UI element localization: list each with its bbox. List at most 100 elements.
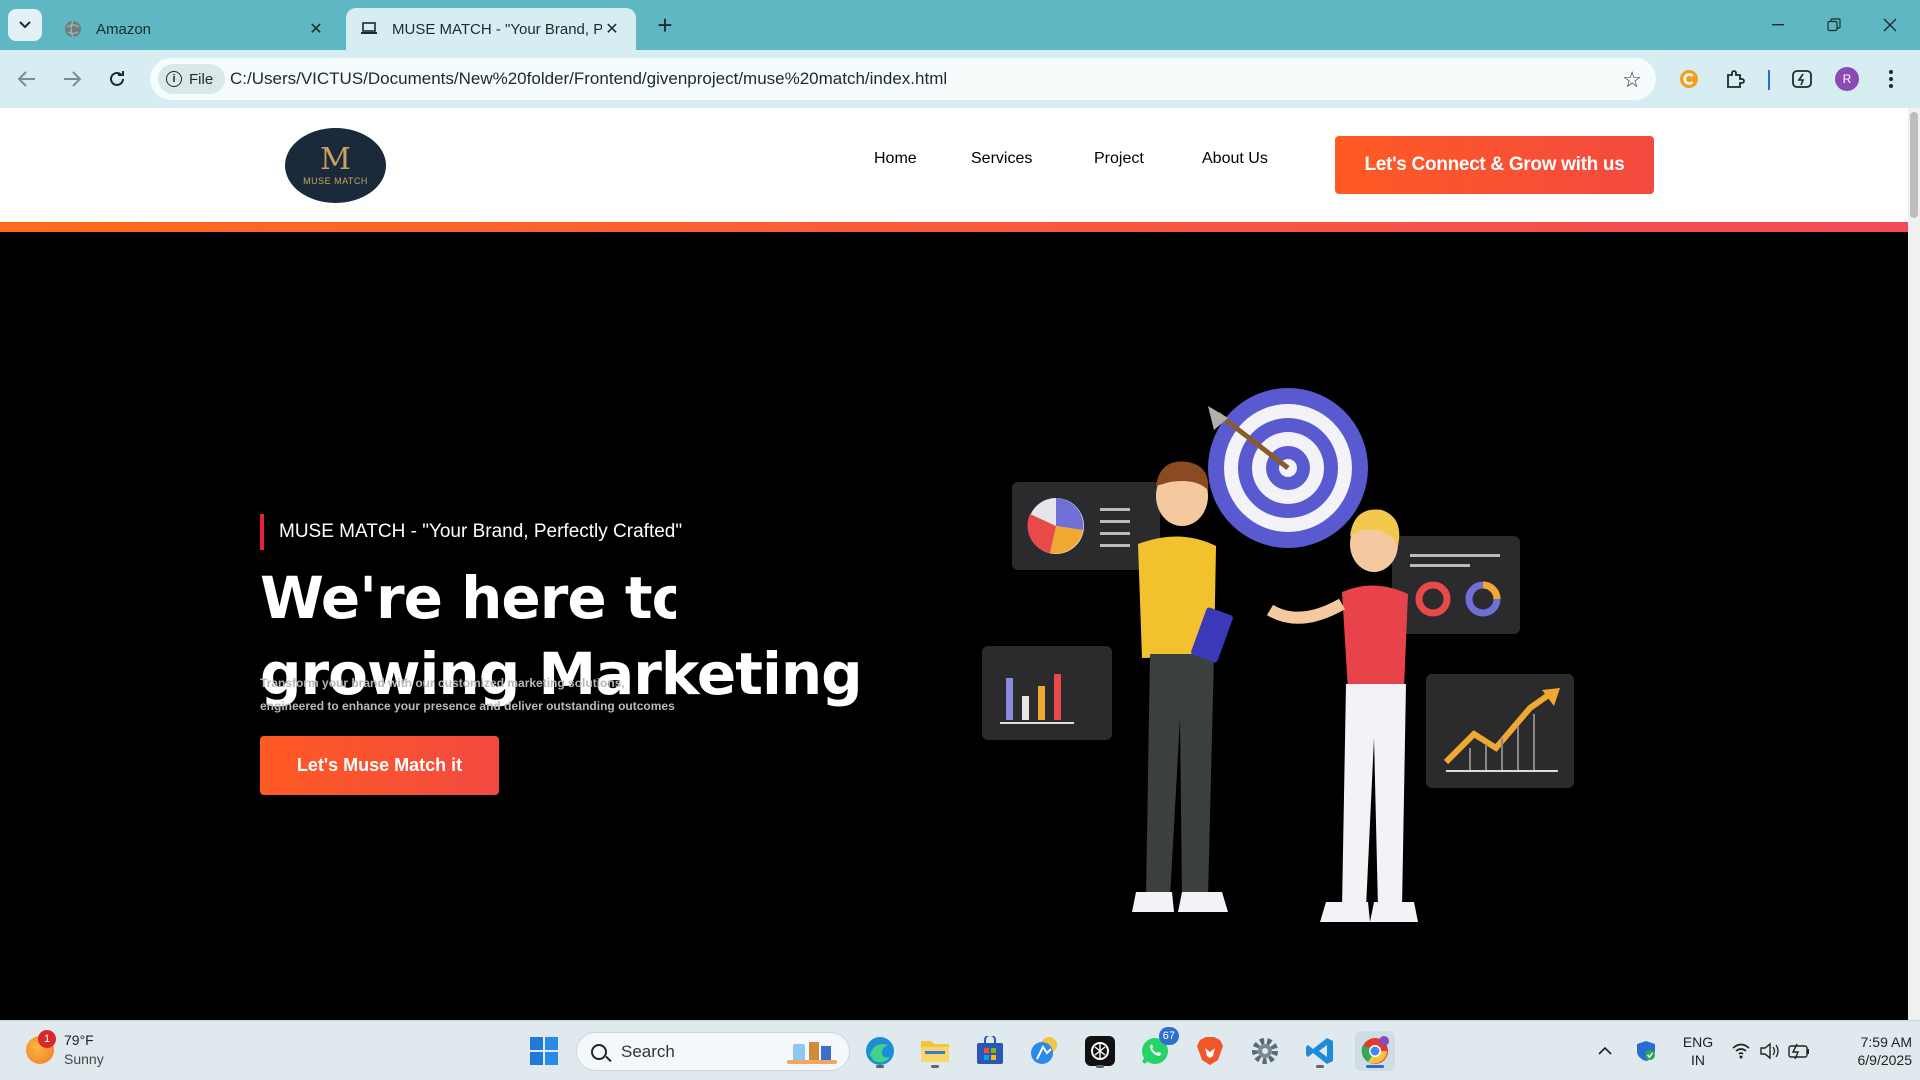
edge-icon (866, 1037, 894, 1065)
weather-condition: Sunny (64, 1051, 104, 1067)
connect-button[interactable]: Let's Connect & Grow with us (1335, 136, 1654, 194)
taskbar-search[interactable]: Search (576, 1032, 850, 1071)
running-indicator (876, 1065, 884, 1068)
globe-icon (65, 20, 81, 38)
address-bar[interactable]: i File C:/Users/VICTUS/Documents/New%20f… (150, 58, 1656, 100)
taskbar-brave[interactable] (1190, 1031, 1230, 1071)
target-icon (1208, 388, 1368, 548)
gear-icon (1252, 1038, 1278, 1064)
minimize-icon (1772, 24, 1784, 26)
running-indicator (931, 1065, 939, 1068)
site-logo[interactable]: M MUSE MATCH (285, 128, 386, 203)
tab-muse-match[interactable]: MUSE MATCH - "Your Brand, Pe ✕ (346, 8, 636, 50)
performance-button[interactable] (1787, 64, 1817, 94)
taskbar-file-explorer[interactable] (915, 1031, 955, 1071)
security-tray-button[interactable] (1630, 1031, 1662, 1071)
nav-services[interactable]: Services (971, 150, 1032, 168)
search-placeholder: Search (621, 1041, 675, 1061)
hero-description: Transform your brand with our customized… (260, 672, 675, 718)
language-indicator[interactable]: ENG IN (1680, 1033, 1716, 1069)
taskbar-store[interactable] (970, 1031, 1010, 1071)
taskbar-edge[interactable] (860, 1031, 900, 1071)
restore-icon (1827, 18, 1841, 32)
puzzle-icon (1727, 70, 1745, 88)
back-button[interactable] (12, 64, 42, 94)
nav-project[interactable]: Project (1094, 150, 1144, 168)
search-icon (591, 1043, 607, 1060)
start-button[interactable] (524, 1031, 564, 1071)
minimize-button[interactable] (1750, 0, 1806, 50)
taskbar-chrome[interactable] (1355, 1031, 1395, 1071)
bar-chart-card (982, 646, 1112, 740)
url-text[interactable]: C:/Users/VICTUS/Documents/New%20folder/F… (230, 69, 947, 89)
more-vertical-icon (1889, 70, 1893, 88)
show-hidden-icons-button[interactable] (1590, 1031, 1620, 1071)
scrollbar-thumb[interactable] (1910, 112, 1918, 218)
close-window-button[interactable] (1862, 0, 1918, 50)
logo-text: MUSE MATCH (303, 175, 368, 186)
wifi-volume-battery-icons (1732, 1042, 1809, 1060)
url-scheme-label: File (189, 70, 214, 88)
folder-icon (921, 1041, 949, 1062)
weather-widget[interactable]: 1 79°F Sunny (26, 1030, 104, 1069)
nav-home[interactable]: Home (874, 150, 917, 168)
close-icon[interactable]: ✕ (306, 19, 326, 39)
description-line-2: engineered to enhance your presence and … (260, 699, 675, 713)
weather-badge: 1 (38, 1030, 56, 1048)
browser-tabstrip: Amazon ✕ MUSE MATCH - "Your Brand, Pe ✕ … (0, 0, 1920, 50)
taskbar-vscode[interactable] (1300, 1031, 1340, 1071)
donut-chart-card (1392, 536, 1520, 634)
chatgpt-icon (1085, 1036, 1115, 1066)
taskbar-chatgpt[interactable] (1080, 1031, 1120, 1071)
close-icon[interactable]: ✕ (602, 19, 622, 39)
taskbar-settings[interactable] (1245, 1031, 1285, 1071)
speedometer-icon (1792, 70, 1812, 88)
taskbar-whatsapp[interactable]: 67 (1135, 1027, 1179, 1071)
reload-icon (110, 71, 124, 86)
site-info-chip[interactable]: i File (158, 64, 226, 94)
laptop-icon (361, 22, 377, 34)
extension-button[interactable] (1674, 64, 1704, 94)
tab-search-button[interactable] (8, 9, 42, 41)
bookmark-star-icon[interactable]: ☆ (1622, 67, 1642, 93)
web-page: M MUSE MATCH Home Services Project About… (0, 108, 1908, 1020)
forward-button[interactable] (57, 64, 87, 94)
hero-illustration (982, 388, 1574, 922)
extensions-menu-button[interactable] (1720, 64, 1750, 94)
description-line-1: Transform your brand with our customized… (260, 676, 625, 690)
region-code: IN (1691, 1052, 1705, 1068)
page-scrollbar[interactable] (1908, 108, 1920, 1020)
language-code: ENG (1682, 1034, 1714, 1050)
vscode-icon (1306, 1038, 1333, 1064)
nav-about-us[interactable]: About Us (1202, 150, 1268, 168)
pie-chart-card (1012, 482, 1160, 570)
taskbar: 1 79°F Sunny Search 67 ENG IN 7:59 AM 6/… (0, 1020, 1920, 1080)
profile-button[interactable]: R (1832, 64, 1862, 94)
header-accent-bar (0, 222, 1908, 232)
quick-settings-button[interactable] (1726, 1031, 1816, 1071)
new-tab-button[interactable]: + (650, 10, 680, 40)
extension-c-icon (1680, 70, 1698, 88)
search-highlight-icon (787, 1042, 837, 1064)
tab-title: MUSE MATCH - "Your Brand, Pe (392, 20, 602, 38)
chevron-down-icon (19, 21, 31, 29)
reload-button[interactable] (102, 64, 132, 94)
chevron-up-icon (1598, 1047, 1612, 1055)
browser-toolbar: i File C:/Users/VICTUS/Documents/New%20f… (0, 50, 1920, 108)
hero-tagline: MUSE MATCH - "Your Brand, Perfectly Craf… (279, 521, 683, 542)
running-indicator (1316, 1065, 1324, 1068)
taskbar-weather-app[interactable] (1025, 1031, 1065, 1071)
avatar: R (1835, 67, 1859, 91)
headline-line-1: We're here to w (260, 564, 676, 632)
browser-menu-button[interactable] (1876, 64, 1906, 94)
arrow-left-icon (18, 71, 35, 87)
info-icon: i (166, 71, 182, 87)
toolbar-divider (1768, 70, 1770, 90)
tab-amazon[interactable]: Amazon ✕ (50, 8, 340, 50)
trend-chart-card (1426, 674, 1574, 788)
weather-temperature: 79°F (64, 1032, 94, 1048)
muse-match-button[interactable]: Let's Muse Match it (260, 736, 499, 795)
restore-button[interactable] (1806, 0, 1862, 50)
site-header: M MUSE MATCH Home Services Project About… (0, 108, 1908, 222)
clock[interactable]: 7:59 AM 6/9/2025 (1822, 1033, 1913, 1069)
